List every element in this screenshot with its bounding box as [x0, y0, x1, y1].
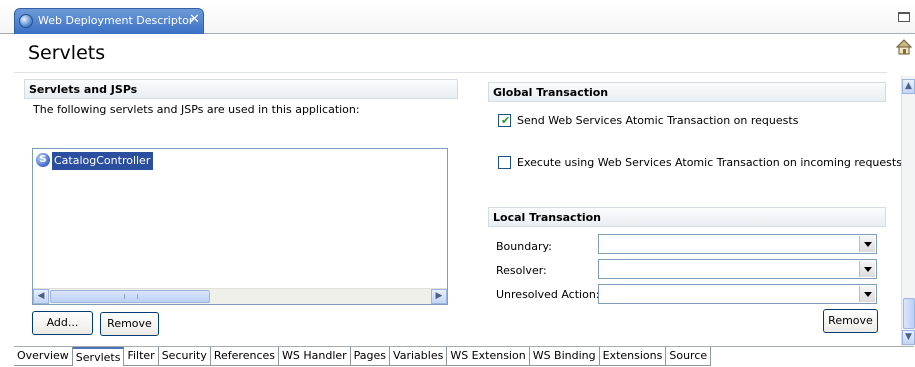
- tab-references[interactable]: References: [210, 347, 279, 366]
- page-title: Servlets: [28, 42, 106, 64]
- add-button[interactable]: Add...: [32, 311, 93, 335]
- horizontal-scrollbar[interactable]: ◀ ▶: [33, 288, 447, 304]
- resolver-label: Resolver:: [496, 264, 547, 277]
- chevron-down-icon[interactable]: [859, 286, 875, 302]
- servlet-icon: S: [36, 153, 50, 167]
- home-icon[interactable]: [895, 38, 913, 56]
- tab-ws-extension[interactable]: WS Extension: [447, 347, 530, 366]
- check-icon: ✔: [501, 114, 511, 127]
- boundary-label: Boundary:: [496, 240, 552, 253]
- globe-icon: [19, 14, 33, 28]
- maximize-icon[interactable]: [898, 12, 910, 22]
- execute-wsat-checkbox[interactable]: [498, 156, 511, 169]
- servlets-description: The following servlets and JSPs are used…: [33, 103, 360, 116]
- boundary-select[interactable]: [598, 234, 877, 254]
- scrollbar-thumb[interactable]: [903, 298, 915, 329]
- tab-servlets[interactable]: Servlets: [72, 347, 125, 366]
- scroll-down-icon[interactable]: ▼: [902, 330, 915, 345]
- send-wsat-checkbox[interactable]: ✔: [498, 114, 511, 127]
- page-tabs: Overview Servlets Filter Security Refere…: [14, 347, 712, 367]
- editor-tab-web-deployment-descriptor[interactable]: Web Deployment Descriptor ✕: [14, 8, 204, 34]
- global-transaction-header: Global Transaction: [488, 82, 886, 102]
- servlets-section-header: Servlets and JSPs: [24, 79, 458, 99]
- remove-button[interactable]: Remove: [100, 312, 159, 336]
- tab-security[interactable]: Security: [158, 347, 211, 366]
- local-remove-button[interactable]: Remove: [823, 309, 878, 333]
- tab-extensions[interactable]: Extensions: [599, 347, 667, 366]
- chevron-down-icon[interactable]: [859, 236, 875, 252]
- tab-ws-binding[interactable]: WS Binding: [529, 347, 600, 366]
- tab-pages[interactable]: Pages: [350, 347, 391, 366]
- grip-icon: [124, 294, 138, 299]
- close-icon[interactable]: ✕: [189, 12, 200, 27]
- servlet-list[interactable]: [32, 148, 448, 305]
- list-item-label: CatalogController: [52, 152, 154, 170]
- scroll-left-icon[interactable]: ◀: [33, 289, 49, 304]
- tab-ws-handler[interactable]: WS Handler: [279, 347, 351, 366]
- unresolved-action-select[interactable]: [598, 284, 877, 304]
- local-transaction-header: Local Transaction: [488, 207, 886, 227]
- execute-wsat-label: Execute using Web Services Atomic Transa…: [517, 156, 902, 169]
- tab-variables[interactable]: Variables: [390, 347, 448, 366]
- unresolved-action-label: Unresolved Action:: [496, 288, 600, 301]
- tab-filter[interactable]: Filter: [124, 347, 159, 366]
- chevron-down-icon[interactable]: [859, 261, 875, 277]
- scroll-up-icon[interactable]: ▲: [902, 79, 915, 94]
- title-divider: [14, 72, 887, 73]
- scrollbar-thumb[interactable]: [50, 290, 210, 303]
- scroll-right-icon[interactable]: ▶: [431, 289, 447, 304]
- editor-tab-label: Web Deployment Descriptor: [38, 14, 194, 27]
- resolver-select[interactable]: [598, 259, 877, 279]
- tab-overview[interactable]: Overview: [14, 347, 73, 366]
- tab-source[interactable]: Source: [666, 347, 712, 366]
- send-wsat-label: Send Web Services Atomic Transaction on …: [517, 114, 799, 127]
